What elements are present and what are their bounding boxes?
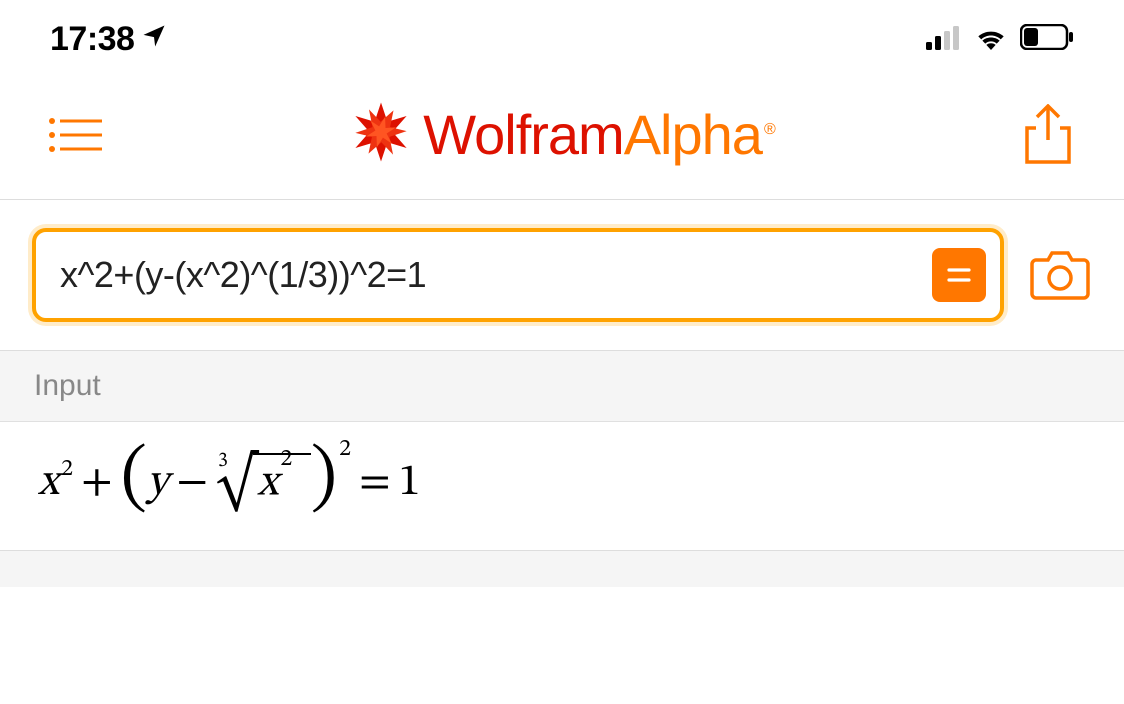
logo-wolfram: Wolfram	[423, 103, 623, 166]
share-button[interactable]	[1020, 107, 1076, 163]
search-area: x^2+(y-(x^2)^(1/3))^2=1	[0, 200, 1124, 350]
battery-icon	[1020, 20, 1074, 59]
status-bar: 17:38	[0, 0, 1124, 75]
app-logo: WolframAlpha®	[349, 100, 774, 169]
camera-button[interactable]	[1028, 248, 1092, 302]
logo-alpha: Alpha	[624, 103, 762, 166]
status-time: 17:38	[50, 20, 134, 59]
results-area: Input x2 + ( y − 3 √ x2 )2 = 1	[0, 350, 1124, 587]
search-box[interactable]: x^2+(y-(x^2)^(1/3))^2=1	[32, 228, 1004, 322]
logo-text: WolframAlpha®	[423, 102, 774, 167]
next-section-header-partial	[0, 551, 1124, 587]
location-icon	[140, 20, 168, 59]
menu-button[interactable]	[48, 107, 104, 163]
logo-registered: ®	[764, 121, 775, 138]
wifi-icon	[974, 20, 1008, 59]
search-input[interactable]: x^2+(y-(x^2)^(1/3))^2=1	[60, 240, 932, 310]
status-bar-right	[926, 20, 1074, 59]
input-section-header: Input	[0, 351, 1124, 422]
input-section-content: x2 + ( y − 3 √ x2 )2 = 1	[0, 422, 1124, 551]
spikey-icon	[349, 100, 413, 169]
status-bar-left: 17:38	[50, 20, 168, 59]
app-header: WolframAlpha®	[0, 75, 1124, 200]
compute-button[interactable]	[932, 248, 986, 302]
cellular-icon	[926, 20, 962, 59]
input-equation: x2 + ( y − 3 √ x2 )2 = 1	[38, 446, 1086, 520]
